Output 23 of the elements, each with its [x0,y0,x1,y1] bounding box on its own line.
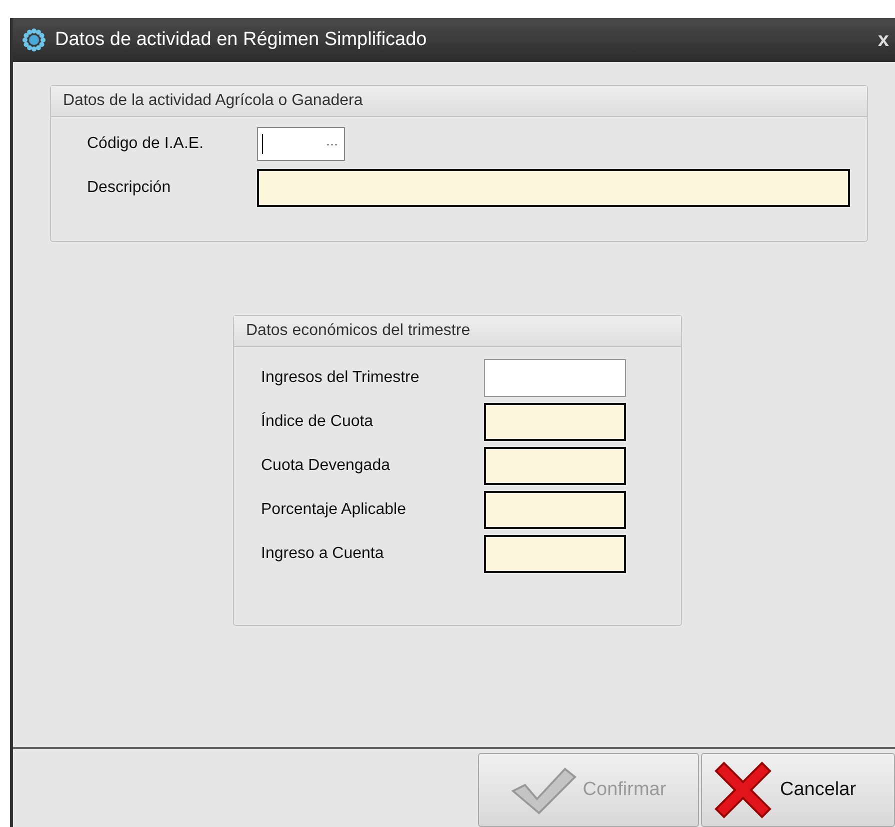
check-icon [510,765,577,815]
field-label: Porcentaje Aplicable [261,501,407,519]
cross-icon [712,759,774,821]
field-label: Descripción [87,179,172,197]
field-label: Cuota Devengada [261,457,391,475]
input-field[interactable] [484,447,626,485]
field-label: Ingreso a Cuenta [261,545,385,563]
field-label: Índice de Cuota [261,413,374,431]
input-field[interactable] [484,535,626,573]
close-button[interactable]: x [878,28,889,52]
description-field[interactable] [257,169,850,207]
window-title: Datos de actividad en Régimen Simplificado [55,29,428,51]
group-title: Datos económicos del trimestre [246,322,470,340]
lookup-button[interactable]: ··· [326,137,338,151]
field-label: Ingresos del Trimestre [261,369,420,387]
input-field[interactable] [484,359,626,397]
cancel-button[interactable]: Cancelar [701,753,895,827]
field-label: Código de I.A.E. [87,135,205,153]
app-icon [21,27,47,53]
input-field[interactable] [484,403,626,441]
input-field[interactable] [484,491,626,529]
group-title: Datos de la actividad Agrícola o Ganadera [63,92,363,110]
code-field[interactable]: ··· [257,127,345,161]
